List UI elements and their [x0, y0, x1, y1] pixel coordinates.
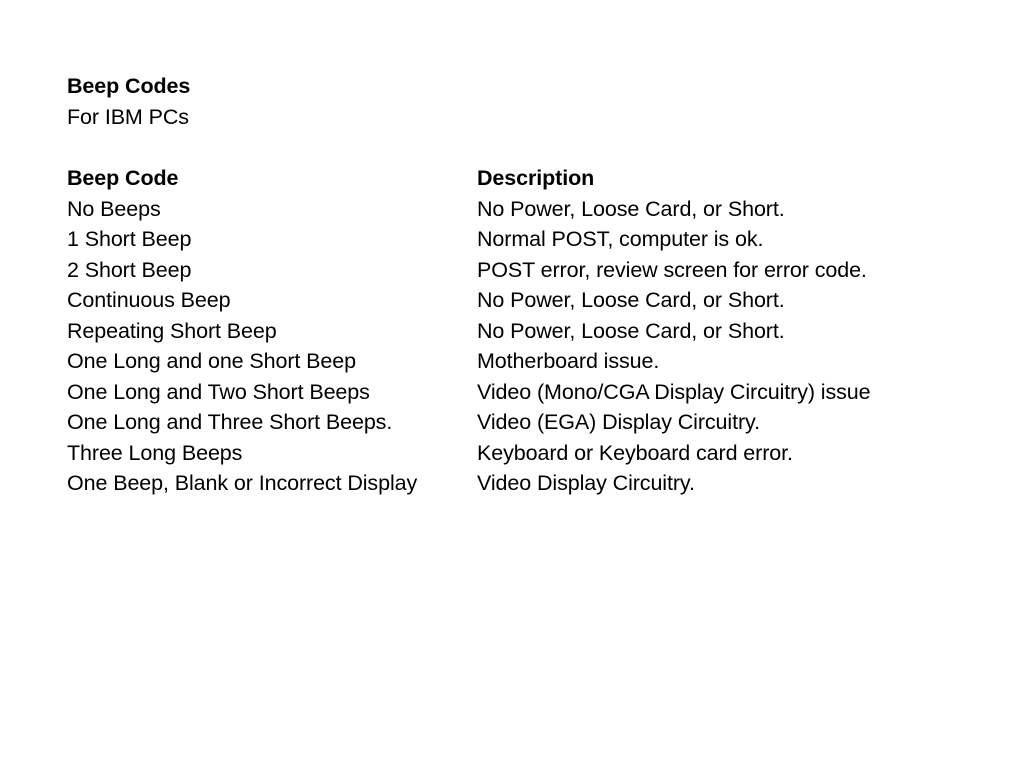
cell-description: POST error, review screen for error code…: [477, 257, 867, 282]
beep-code-table: Beep Code Description No Beeps No Power,…: [67, 163, 977, 499]
table-row: Three Long Beeps Keyboard or Keyboard ca…: [67, 438, 977, 469]
table-row: 2 Short Beep POST error, review screen f…: [67, 255, 977, 286]
cell-description: No Power, Loose Card, or Short.: [477, 196, 785, 221]
cell-description: Video Display Circuitry.: [477, 471, 695, 495]
cell-beep-code: One Long and Three Short Beeps.: [67, 410, 393, 434]
cell-description: Video (Mono/CGA Display Circuitry) issue: [477, 379, 871, 404]
table-header-row: Beep Code Description: [67, 163, 977, 194]
page-subtitle: For IBM PCs: [67, 104, 189, 129]
cell-description: Keyboard or Keyboard card error.: [477, 440, 793, 465]
slide-canvas: Beep Codes For IBM PCs Beep Code Descrip…: [0, 0, 1024, 768]
cell-description: No Power, Loose Card, or Short.: [477, 318, 785, 343]
cell-beep-code: One Long and one Short Beep: [67, 349, 356, 373]
cell-description: Normal POST, computer is ok.: [477, 227, 764, 251]
cell-beep-code: Repeating Short Beep: [67, 318, 277, 343]
cell-beep-code: One Long and Two Short Beeps: [67, 379, 370, 404]
table-row: One Long and one Short Beep Motherboard …: [67, 346, 977, 377]
cell-beep-code: No Beeps: [67, 196, 161, 221]
table-row: Repeating Short Beep No Power, Loose Car…: [67, 316, 977, 347]
cell-beep-code: Three Long Beeps: [67, 440, 243, 465]
table-row: One Long and Three Short Beeps. Video (E…: [67, 407, 977, 438]
cell-beep-code: Continuous Beep: [67, 288, 231, 312]
table-row: No Beeps No Power, Loose Card, or Short.: [67, 194, 977, 225]
title-block: Beep Codes For IBM PCs: [67, 71, 967, 132]
cell-beep-code: 2 Short Beep: [67, 257, 192, 282]
page-title: Beep Codes: [67, 74, 191, 98]
column-header-description: Description: [477, 166, 595, 190]
cell-description: Motherboard issue.: [477, 349, 660, 373]
column-header-beep-code: Beep Code: [67, 166, 179, 190]
table-row: 1 Short Beep Normal POST, computer is ok…: [67, 224, 977, 255]
cell-beep-code: 1 Short Beep: [67, 227, 192, 251]
cell-description: No Power, Loose Card, or Short.: [477, 288, 785, 312]
table-row: One Beep, Blank or Incorrect Display Vid…: [67, 468, 977, 499]
cell-beep-code: One Beep, Blank or Incorrect Display: [67, 471, 418, 495]
table-row: Continuous Beep No Power, Loose Card, or…: [67, 285, 977, 316]
table-row: One Long and Two Short Beeps Video (Mono…: [67, 377, 977, 408]
cell-description: Video (EGA) Display Circuitry.: [477, 410, 760, 434]
